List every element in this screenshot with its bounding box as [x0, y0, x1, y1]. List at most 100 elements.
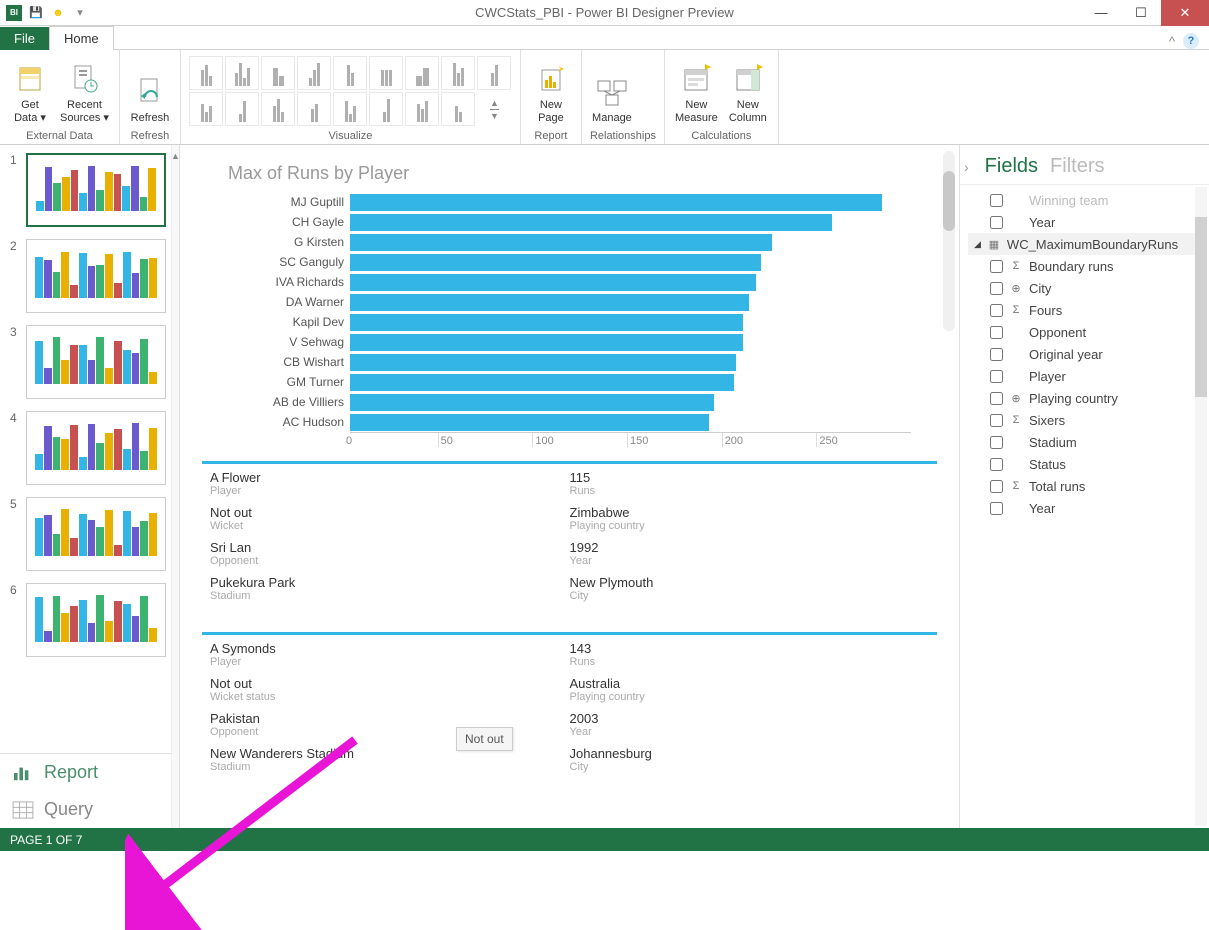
field-checkbox[interactable] — [990, 436, 1003, 449]
viz-tile[interactable] — [369, 56, 403, 90]
page-thumbnail[interactable] — [26, 497, 166, 571]
viz-tile[interactable] — [405, 56, 439, 90]
page-thumbnail[interactable] — [26, 325, 166, 399]
page-thumbnail[interactable] — [26, 239, 166, 313]
field-label[interactable]: Original year — [1029, 347, 1103, 362]
viz-tile[interactable] — [441, 56, 475, 90]
viz-tile[interactable] — [261, 56, 295, 90]
field-checkbox[interactable] — [990, 502, 1003, 515]
fields-tab[interactable]: Fields — [985, 155, 1038, 178]
field-label[interactable]: Winning team — [1029, 193, 1108, 208]
data-card[interactable]: A SymondsPlayer 143RunsNot outWicket sta… — [202, 632, 937, 789]
field-label[interactable]: Stadium — [1029, 435, 1077, 450]
field-checkbox[interactable] — [990, 282, 1003, 295]
field-checkbox[interactable] — [990, 304, 1003, 317]
chart-bar[interactable] — [350, 314, 743, 331]
manage-button[interactable]: Manage — [590, 55, 634, 127]
chart-category-label: GM Turner — [180, 375, 350, 389]
chart-bar[interactable] — [350, 254, 761, 271]
mode-query[interactable]: Query — [0, 791, 179, 828]
help-icon[interactable]: ? — [1183, 33, 1199, 49]
field-label[interactable]: Year — [1029, 215, 1055, 230]
viz-tile[interactable] — [225, 92, 259, 126]
viz-gallery-expand-icon[interactable]: ▲▼ — [477, 92, 511, 126]
expand-icon[interactable]: ◢ — [974, 239, 981, 250]
page-thumbnail[interactable] — [26, 411, 166, 485]
field-label[interactable]: Playing country — [1029, 391, 1118, 406]
viz-tile[interactable] — [225, 56, 259, 90]
field-checkbox[interactable] — [990, 326, 1003, 339]
canvas-scrollbar[interactable] — [943, 151, 955, 331]
chart-bar[interactable] — [350, 334, 743, 351]
ribbon-group-label: Refresh — [128, 128, 172, 142]
field-label[interactable]: Player — [1029, 369, 1066, 384]
chart-bar[interactable] — [350, 214, 832, 231]
rail-scroll-up-icon[interactable]: ▲ — [171, 151, 179, 161]
chevron-right-icon[interactable]: › — [964, 159, 969, 175]
page-thumbnail[interactable] — [26, 583, 166, 657]
field-label[interactable]: Fours — [1029, 303, 1062, 318]
tab-file[interactable]: File — [0, 27, 49, 50]
viz-tile[interactable] — [369, 92, 403, 126]
smiley-icon[interactable]: ☻ — [50, 5, 66, 21]
fields-scrollbar[interactable] — [1195, 187, 1207, 826]
viz-tile[interactable] — [333, 56, 367, 90]
minimize-button[interactable]: — — [1081, 0, 1121, 26]
field-label[interactable]: Boundary runs — [1029, 259, 1114, 274]
viz-tile[interactable] — [441, 92, 475, 126]
chart-bar[interactable] — [350, 234, 772, 251]
new-page-button[interactable]: New Page — [529, 55, 573, 127]
field-label[interactable]: Sixers — [1029, 413, 1065, 428]
viz-tile[interactable] — [333, 92, 367, 126]
refresh-button[interactable]: Refresh — [128, 55, 172, 127]
field-label[interactable]: Total runs — [1029, 479, 1085, 494]
new-column-button[interactable]: New Column — [726, 55, 770, 127]
field-checkbox[interactable] — [990, 480, 1003, 493]
viz-tile[interactable] — [189, 56, 223, 90]
visualization-gallery[interactable]: ▲▼ — [189, 56, 511, 126]
chart-bar[interactable] — [350, 374, 734, 391]
chart-bar[interactable] — [350, 294, 749, 311]
collapse-ribbon-icon[interactable]: ^ — [1169, 34, 1175, 49]
save-icon[interactable]: 💾 — [28, 5, 44, 21]
new-measure-button[interactable]: New Measure — [673, 55, 720, 127]
bar-chart[interactable]: MJ Guptill CH Gayle G Kirsten SC Ganguly… — [180, 192, 959, 447]
field-checkbox[interactable] — [990, 370, 1003, 383]
close-button[interactable]: ✕ — [1161, 0, 1209, 26]
field-checkbox[interactable] — [990, 414, 1003, 427]
maximize-button[interactable]: ☐ — [1121, 0, 1161, 26]
field-checkbox[interactable] — [990, 458, 1003, 471]
data-card[interactable]: A FlowerPlayer 115RunsNot outWicket Zimb… — [202, 461, 937, 618]
viz-tile[interactable] — [477, 56, 511, 90]
report-canvas[interactable]: Max of Runs by Player MJ Guptill CH Gayl… — [180, 145, 959, 828]
viz-tile[interactable] — [189, 92, 223, 126]
viz-tile[interactable] — [297, 92, 331, 126]
field-checkbox[interactable] — [990, 392, 1003, 405]
mode-report[interactable]: Report — [0, 754, 179, 791]
viz-tile[interactable] — [297, 56, 331, 90]
recent-sources-button[interactable]: Recent Sources ▾ — [58, 55, 111, 127]
filters-tab[interactable]: Filters — [1050, 155, 1104, 178]
field-label[interactable]: Status — [1029, 457, 1066, 472]
page-thumbnail[interactable] — [26, 153, 166, 227]
field-checkbox[interactable] — [990, 216, 1003, 229]
chart-bar[interactable] — [350, 274, 756, 291]
field-label[interactable]: Year — [1029, 501, 1055, 516]
field-checkbox[interactable] — [990, 260, 1003, 273]
viz-tile[interactable] — [405, 92, 439, 126]
chart-bar[interactable] — [350, 194, 882, 211]
chart-bar[interactable] — [350, 414, 709, 431]
qat-dropdown-icon[interactable]: ▾ — [72, 5, 88, 21]
field-checkbox[interactable] — [990, 194, 1003, 207]
chart-bar[interactable] — [350, 354, 736, 371]
field-checkbox[interactable] — [990, 348, 1003, 361]
field-label[interactable]: City — [1029, 281, 1051, 296]
field-type-icon: ⊕ — [1009, 392, 1023, 405]
field-label[interactable]: Opponent — [1029, 325, 1086, 340]
card-value: Pukekura Park — [210, 575, 570, 590]
table-name[interactable]: WC_MaximumBoundaryRuns — [1007, 237, 1178, 252]
tab-home[interactable]: Home — [49, 26, 114, 50]
chart-bar[interactable] — [350, 394, 714, 411]
get-data-button[interactable]: Get Data ▾ — [8, 55, 52, 127]
viz-tile[interactable] — [261, 92, 295, 126]
